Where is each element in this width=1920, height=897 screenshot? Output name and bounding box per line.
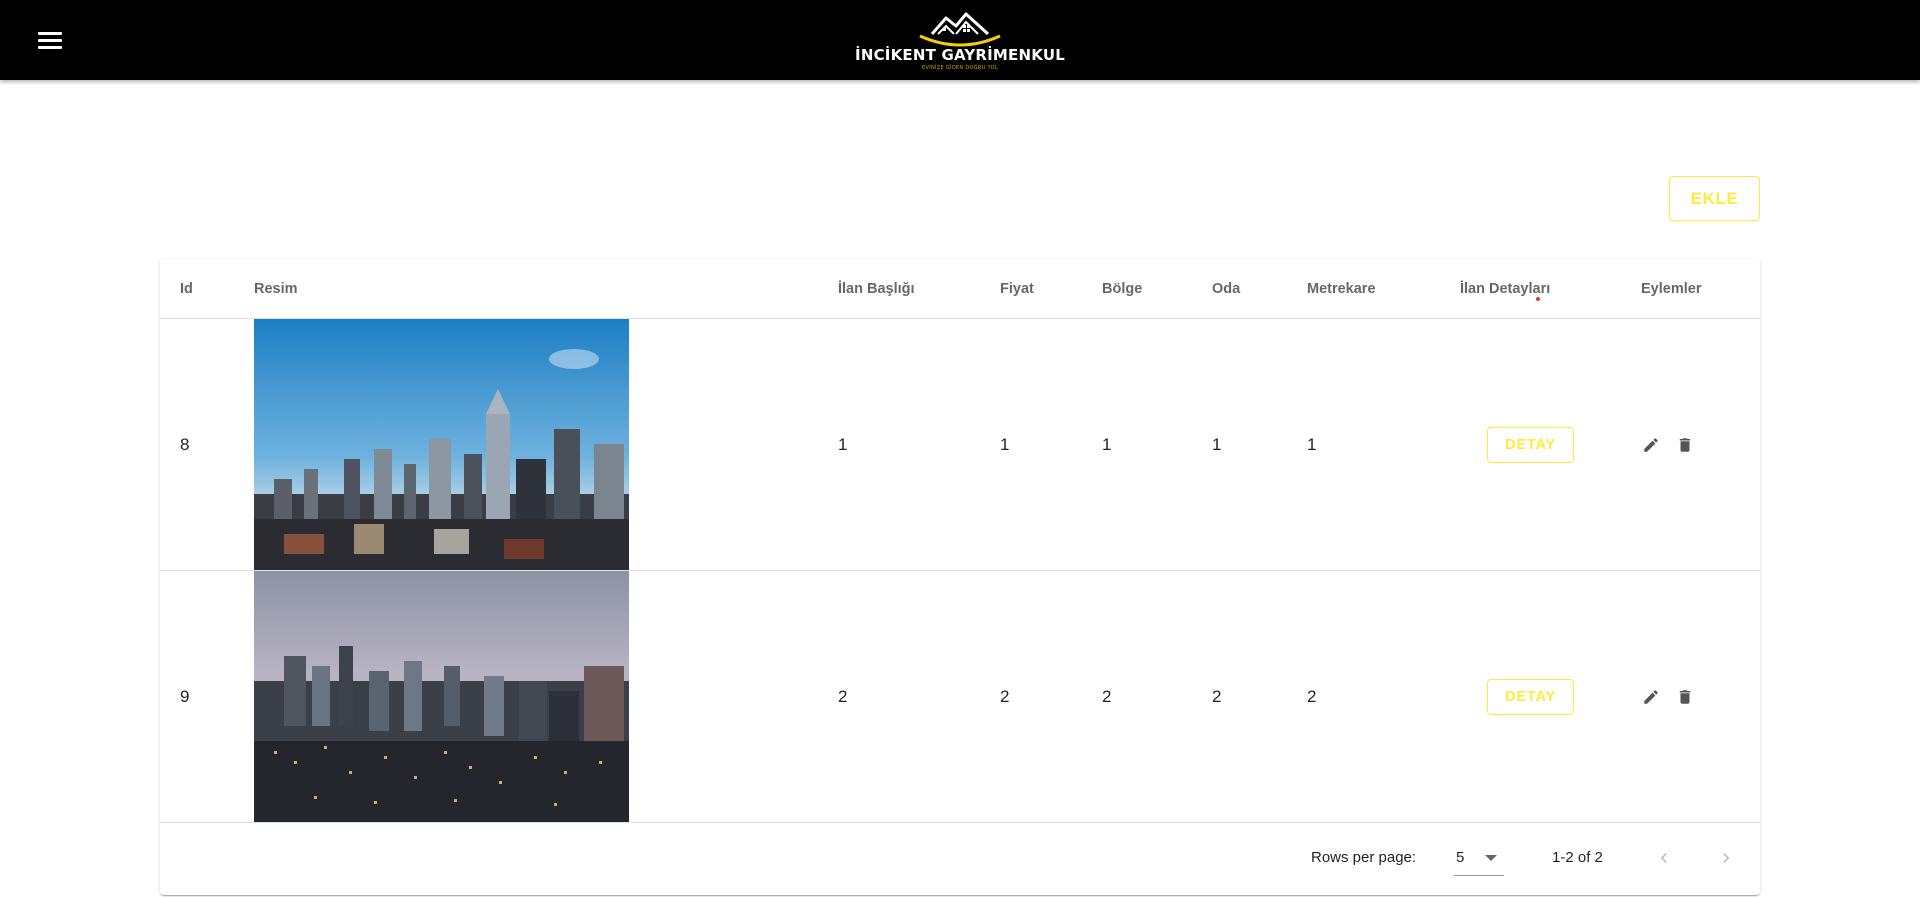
column-header-price[interactable]: Fiyat [1000,259,1034,319]
rows-per-page-select[interactable]: 5 [1454,840,1504,876]
app-bar: İNCİKENT GAYRİMENKUL EVİNİZE GİDEN DOĞRU… [0,0,1920,80]
city-skyline-dusk-photo [254,571,629,822]
listing-photo [254,319,629,570]
cell-id: 8 [180,435,190,454]
indicator-dot [1536,297,1540,301]
chevron-left-icon[interactable] [1646,840,1682,876]
city-skyline-day-photo [254,319,629,570]
detail-button[interactable]: DETAY [1487,679,1574,715]
column-header-details[interactable]: İlan Detayları [1460,259,1550,319]
rows-per-page-label: Rows per page: [1311,849,1417,866]
menu-icon[interactable] [30,22,70,58]
cell-area: 1 [1307,435,1317,454]
column-header-region[interactable]: Bölge [1102,259,1142,319]
cell-title: 1 [838,435,848,454]
delete-icon[interactable] [1671,683,1699,711]
listing-photo [254,571,629,822]
chevron-right-icon[interactable] [1708,840,1744,876]
pagination-range: 1-2 of 2 [1552,849,1603,866]
brand-logo[interactable]: İNCİKENT GAYRİMENKUL EVİNİZE GİDEN DOĞRU… [855,4,1065,76]
table-header: Id Resim İlan Başlığı Fiyat Bölge Oda Me… [160,259,1760,319]
house-roof-icon [919,12,1001,47]
edit-icon[interactable] [1637,431,1665,459]
column-header-image[interactable]: Resim [254,259,298,319]
cell-region: 2 [1102,687,1112,706]
column-header-title[interactable]: İlan Başlığı [838,259,915,319]
cell-area: 2 [1307,687,1317,706]
cell-rooms: 2 [1212,687,1222,706]
column-header-actions[interactable]: Eylemler [1641,259,1701,319]
brand-name: İNCİKENT GAYRİMENKUL [855,46,1065,64]
brand-tagline: EVİNİZE GİDEN DOĞRU YOL [922,65,998,71]
detail-button[interactable]: DETAY [1487,427,1574,463]
cell-title: 2 [838,687,848,706]
dropdown-arrow-icon [1485,855,1497,861]
rows-per-page-value: 5 [1456,849,1465,866]
add-listing-button[interactable]: EKLE [1669,176,1760,221]
cell-price: 1 [1000,435,1010,454]
cell-region: 1 [1102,435,1112,454]
listings-table: Id Resim İlan Başlığı Fiyat Bölge Oda Me… [160,259,1760,895]
delete-icon[interactable] [1671,431,1699,459]
edit-icon[interactable] [1637,683,1665,711]
cell-id: 9 [180,687,190,706]
table-row: 8 1 1 1 1 1 DETAY [160,319,1760,571]
cell-price: 2 [1000,687,1010,706]
cell-rooms: 1 [1212,435,1222,454]
table-pagination: Rows per page: 5 1-2 of 2 [160,822,1760,894]
table-row: 9 2 2 2 2 2 DETAY [160,571,1760,823]
column-header-rooms[interactable]: Oda [1212,259,1240,319]
column-header-area[interactable]: Metrekare [1307,259,1376,319]
column-header-id[interactable]: Id [180,259,193,319]
